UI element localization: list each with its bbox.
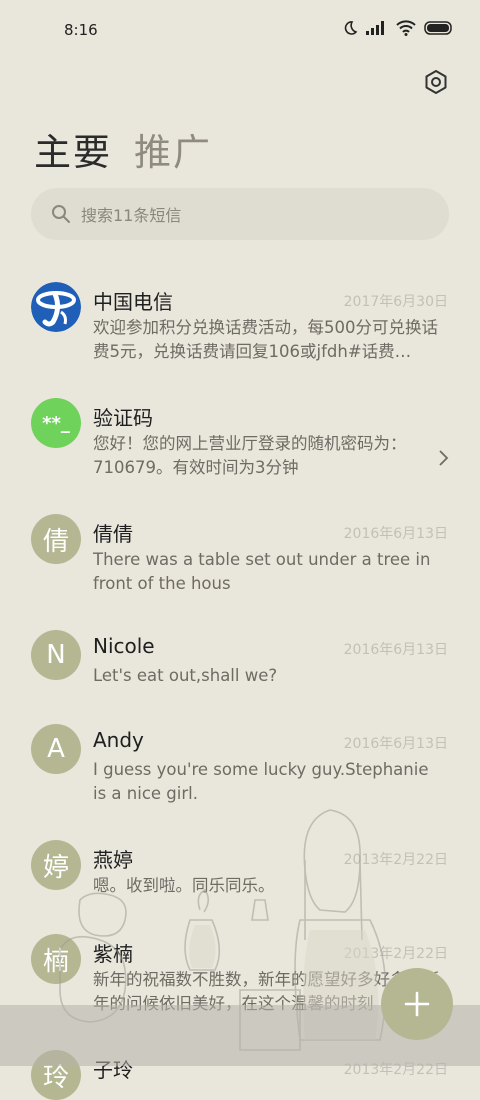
- compose-button[interactable]: [381, 968, 453, 1040]
- message-date: 2016年6月13日: [343, 736, 448, 752]
- avatar: [31, 282, 81, 332]
- status-bar: 8:16: [0, 0, 480, 62]
- contact-name: 倩倩: [93, 522, 133, 546]
- tab-bar: 主要 推广: [34, 122, 212, 176]
- message-preview: There was a table set out under a tree i…: [93, 550, 431, 593]
- avatar: 婷: [31, 840, 81, 890]
- message-date: 2017年6月30日: [343, 294, 448, 310]
- list-item[interactable]: 倩 倩倩 2016年6月13日 There was a table set ou…: [0, 502, 480, 612]
- china-telecom-logo-icon: [31, 282, 81, 332]
- tab-primary[interactable]: 主要: [34, 122, 112, 176]
- contact-name: Andy: [93, 728, 144, 752]
- contact-name: 紫楠: [93, 942, 133, 966]
- signal-icon: [366, 21, 384, 35]
- contact-name: 验证码: [93, 406, 153, 430]
- message-date: 2013年2月22日: [343, 852, 448, 868]
- status-time: 8:16: [64, 21, 98, 39]
- list-item[interactable]: 中国电信 2017年6月30日 欢迎参加积分兑换话费活动，每500分可兑换话费5…: [0, 270, 480, 380]
- avatar: 楠: [31, 934, 81, 984]
- gear-icon: [425, 70, 447, 94]
- chevron-right-icon: [439, 450, 449, 466]
- search-input[interactable]: 搜索11条短信: [31, 188, 449, 240]
- message-preview: 您好！您的网上营业厅登录的随机密码为：710679。有效时间为3分钟: [93, 434, 407, 477]
- avatar: A: [31, 724, 81, 774]
- search-placeholder: 搜索11条短信: [81, 206, 182, 225]
- message-preview: Let's eat out,shall we?: [93, 666, 278, 685]
- message-preview: 欢迎参加积分兑换话费活动，每500分可兑换话费5元，兑换话费请回复106或jfd…: [93, 318, 438, 361]
- message-date: 2016年6月13日: [343, 526, 448, 542]
- message-date: 2013年2月22日: [343, 946, 448, 962]
- contact-name: 中国电信: [93, 290, 173, 314]
- contact-name: 燕婷: [93, 848, 133, 872]
- list-item[interactable]: N Nicole 2016年6月13日 Let's eat out,shall …: [0, 618, 480, 708]
- wifi-icon: [396, 20, 416, 36]
- avatar: **_: [31, 398, 81, 448]
- plus-icon: [404, 991, 430, 1017]
- message-preview: 嗯。收到啦。同乐同乐。: [93, 876, 275, 895]
- status-icons: [342, 20, 454, 36]
- message-date: 2016年6月13日: [343, 642, 448, 658]
- list-item[interactable]: A Andy 2016年6月13日 I guess you're some lu…: [0, 712, 480, 822]
- battery-icon: [424, 21, 452, 35]
- settings-button[interactable]: [420, 66, 452, 98]
- tab-promotions[interactable]: 推广: [134, 122, 212, 176]
- list-item[interactable]: 婷 燕婷 2013年2月22日 嗯。收到啦。同乐同乐。: [0, 828, 480, 918]
- list-item[interactable]: **_ 验证码 您好！您的网上营业厅登录的随机密码为：710679。有效时间为3…: [0, 386, 480, 496]
- message-preview: I guess you're some lucky guy.Stephanie …: [93, 760, 429, 803]
- search-icon: [52, 205, 70, 223]
- avatar: 倩: [31, 514, 81, 564]
- avatar: N: [31, 630, 81, 680]
- moon-icon: [344, 21, 358, 35]
- contact-name: Nicole: [93, 634, 155, 658]
